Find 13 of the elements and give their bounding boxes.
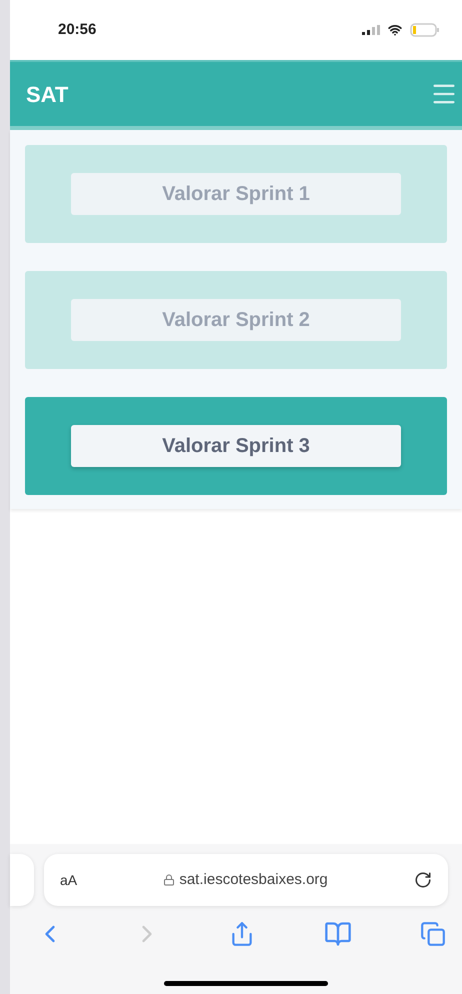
status-time: 20:56 <box>58 20 96 40</box>
battery-icon <box>410 23 440 37</box>
wifi-icon <box>388 23 402 37</box>
app-title: SAT <box>26 80 68 108</box>
text-size-button[interactable]: aA <box>60 870 78 890</box>
reload-icon[interactable] <box>414 871 432 889</box>
url-text: sat.iescotesbaixes.org <box>179 870 328 890</box>
lock-icon <box>163 874 176 886</box>
tabs-icon[interactable] <box>420 921 446 947</box>
address-bar[interactable]: aA sat.iescotesbaixes.org <box>44 854 448 906</box>
rate-sprint-button[interactable]: Valorar Sprint 3 <box>71 425 401 467</box>
bookmarks-icon[interactable] <box>324 920 352 948</box>
signal-icon <box>362 25 380 35</box>
